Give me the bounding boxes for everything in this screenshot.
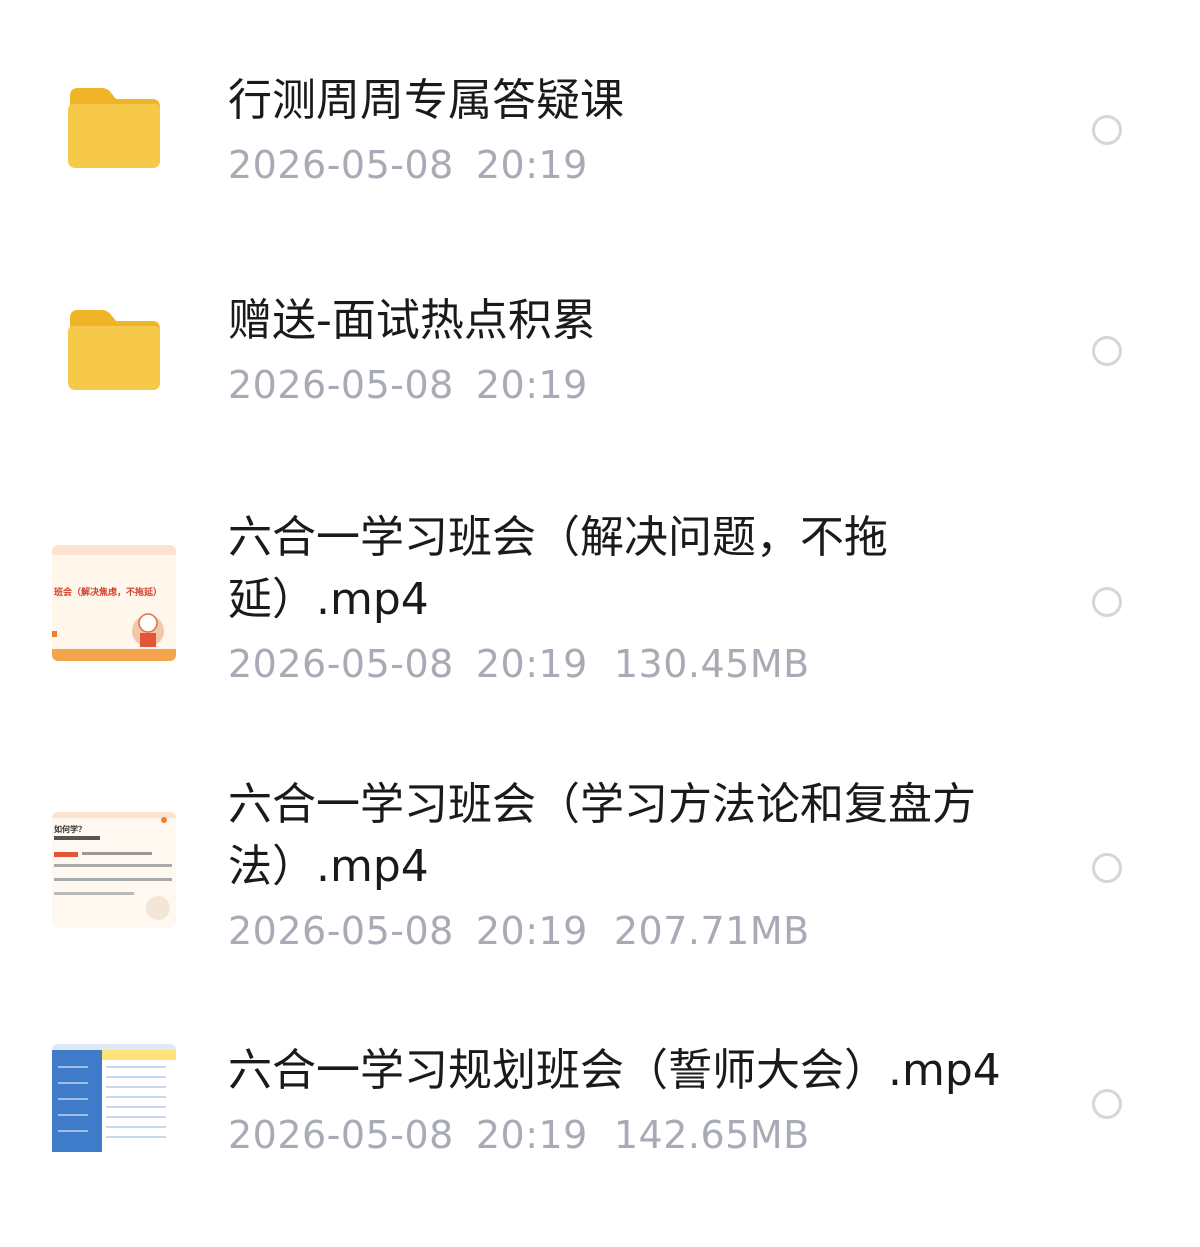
file-size: 142.65MB <box>613 1113 810 1157</box>
list-item[interactable]: 六合一学习规划班会（誓师大会）.mp4 2026-05-08 20:19 142.6… <box>0 1040 1200 1180</box>
video-thumbnail: 班会（解决焦虑，不拖延） <box>52 545 176 661</box>
file-date: 2026-05-08 <box>228 363 454 407</box>
file-text: 赠送-面试热点积累 2026-05-08 20:19 <box>228 290 1028 410</box>
file-time: 20:19 <box>475 363 588 407</box>
file-meta: 2026-05-08 20:19 130.45MB <box>228 639 1028 689</box>
select-radio[interactable] <box>1092 1089 1122 1119</box>
file-time: 20:19 <box>475 1113 588 1157</box>
file-text: 六合一学习班会（学习方法论和复盘方 法）.mp4 2026-05-08 20:19… <box>228 774 1028 956</box>
folder-icon <box>66 308 162 394</box>
video-thumbnail: 如何学？ <box>52 812 176 928</box>
file-size: 130.45MB <box>613 642 810 686</box>
list-item[interactable]: 如何学？ 六合一学习班会（学习方法论和复盘方 法）.mp4 2026-05-08… <box>0 772 1200 972</box>
file-size: 207.71MB <box>613 909 810 953</box>
video-thumbnail <box>52 1044 176 1160</box>
file-meta: 2026-05-08 20:19 <box>228 360 1028 410</box>
file-time: 20:19 <box>475 143 588 187</box>
folder-icon <box>66 86 162 172</box>
list-item[interactable]: 行测周周专属答疑课 2026-05-08 20:19 <box>0 60 1200 220</box>
file-text: 六合一学习规划班会（誓师大会）.mp4 2026-05-08 20:19 142.6… <box>228 1040 1028 1160</box>
thumb-title: 班会（解决焦虑，不拖延） <box>54 586 162 598</box>
select-radio[interactable] <box>1092 115 1122 145</box>
list-item[interactable]: 赠送-面试热点积累 2026-05-08 20:19 <box>0 282 1200 442</box>
file-meta: 2026-05-08 20:19 207.71MB <box>228 906 1028 956</box>
file-name: 六合一学习规划班会（誓师大会）.mp4 <box>228 1045 1001 1096</box>
select-radio[interactable] <box>1092 853 1122 883</box>
file-date: 2026-05-08 <box>228 642 454 686</box>
file-name: 六合一学习班会（解决问题，不拖 延）.mp4 <box>228 512 888 625</box>
file-name: 六合一学习班会（学习方法论和复盘方 法）.mp4 <box>228 779 976 892</box>
list-item[interactable]: 班会（解决焦虑，不拖延） 六合一学习班会（解决问题，不拖 延）.mp4 2026… <box>0 505 1200 705</box>
file-list: 行测周周专属答疑课 2026-05-08 20:19 赠送-面试热点积累 2026… <box>0 0 1200 1247</box>
thumb-title: 如何学？ <box>54 824 86 834</box>
file-meta: 2026-05-08 20:19 142.65MB <box>228 1110 1028 1160</box>
file-text: 六合一学习班会（解决问题，不拖 延）.mp4 2026-05-08 20:19 13… <box>228 507 1028 689</box>
file-date: 2026-05-08 <box>228 143 454 187</box>
file-text: 行测周周专属答疑课 2026-05-08 20:19 <box>228 70 1028 190</box>
file-date: 2026-05-08 <box>228 909 454 953</box>
file-name: 行测周周专属答疑课 <box>228 75 624 126</box>
select-radio[interactable] <box>1092 336 1122 366</box>
file-meta: 2026-05-08 20:19 <box>228 140 1028 190</box>
file-time: 20:19 <box>475 642 588 686</box>
file-name: 赠送-面试热点积累 <box>228 295 596 346</box>
file-date: 2026-05-08 <box>228 1113 454 1157</box>
select-radio[interactable] <box>1092 587 1122 617</box>
file-time: 20:19 <box>475 909 588 953</box>
